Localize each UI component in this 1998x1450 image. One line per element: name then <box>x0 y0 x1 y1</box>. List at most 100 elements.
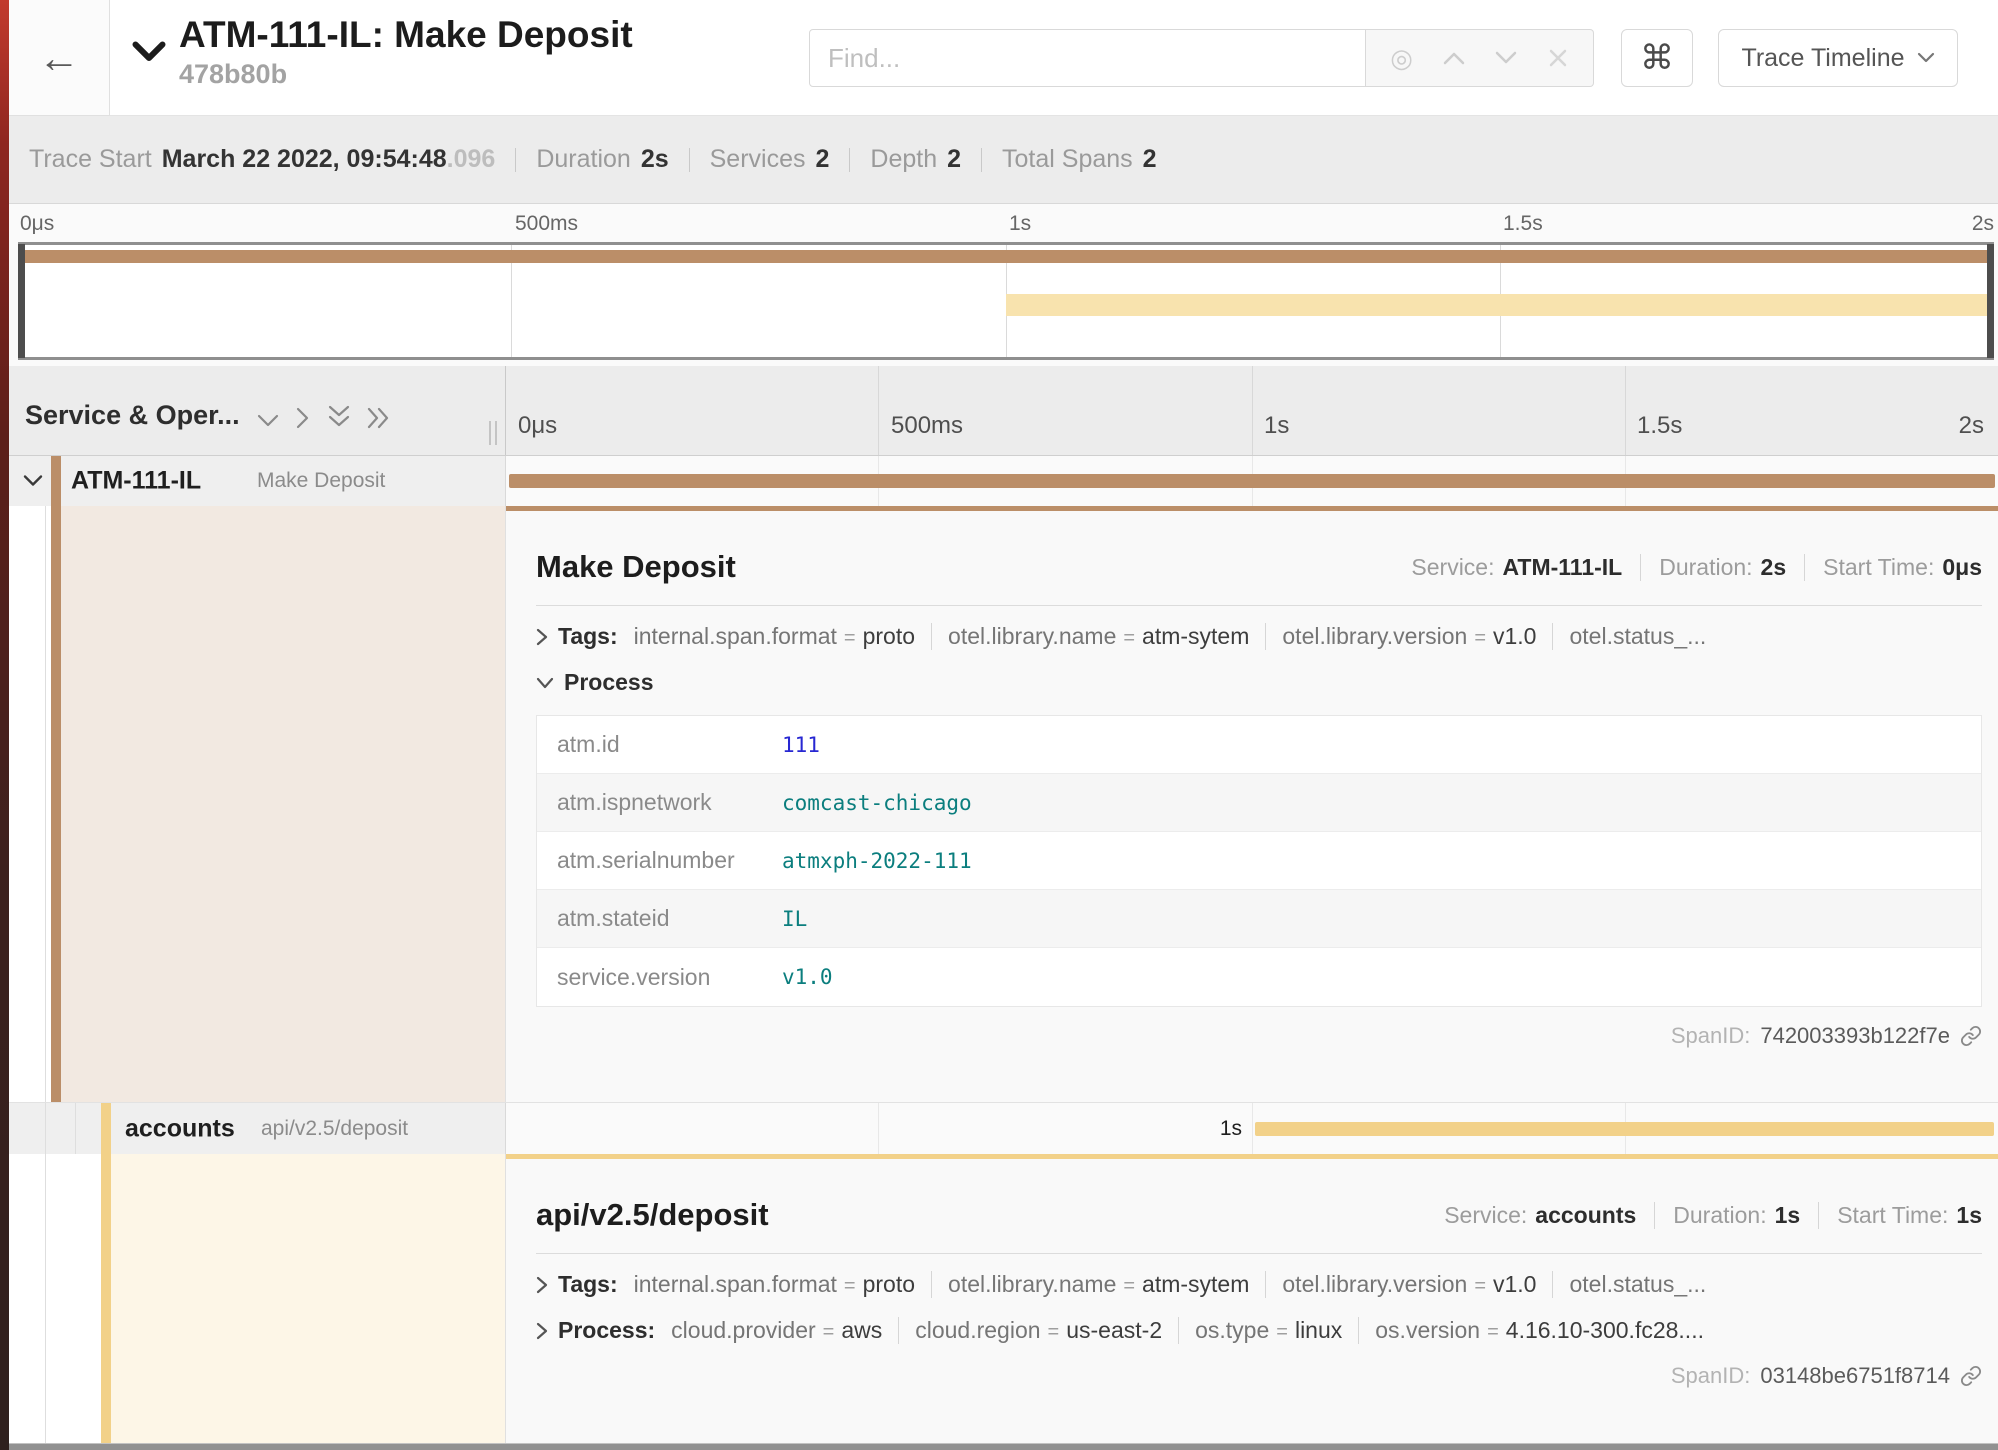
detail-header: api/v2.5/deposit Service:accounts Durati… <box>536 1183 1982 1253</box>
meta-value: 0μs <box>1942 554 1982 581</box>
expand-one-chevron-right-icon[interactable] <box>296 407 311 429</box>
column-resizer-handle[interactable] <box>489 421 497 445</box>
minimap-left-handle[interactable] <box>18 244 25 358</box>
meta-label: Duration: <box>1659 554 1752 581</box>
operation-name: api/v2.5/deposit <box>261 1117 408 1141</box>
tag-item-truncated: otel.status_... <box>1552 623 1720 650</box>
span-duration-label: 1s <box>1220 1117 1242 1141</box>
chevron-right-icon[interactable] <box>536 628 548 646</box>
meta-value: 1s <box>1775 1202 1801 1229</box>
find-actions: ◎ <box>1366 29 1594 87</box>
span-row-atm[interactable]: ATM-111-IL Make Deposit <box>9 456 1998 506</box>
tag-item: otel.library.name=atm-sytem <box>931 623 1249 650</box>
next-match-icon[interactable] <box>1494 50 1518 66</box>
match-highlight-icon[interactable]: ◎ <box>1390 45 1413 71</box>
view-dropdown-label: Trace Timeline <box>1741 44 1904 73</box>
process-value: IL <box>782 907 807 931</box>
trace-summary-bar: Trace Start March 22 2022, 09:54:48.096 … <box>9 116 1998 204</box>
chevron-down-icon[interactable] <box>536 677 554 689</box>
collapse-all-chevron-down-icon[interactable] <box>257 414 279 429</box>
keyboard-shortcuts-button[interactable]: ⌘ <box>1621 29 1693 87</box>
process-key: atm.serialnumber <box>537 847 782 874</box>
copy-span-link-icon[interactable] <box>1960 1025 1982 1047</box>
tick-label: 1s <box>1264 412 1289 440</box>
meta-value: 1s <box>1956 1202 1982 1229</box>
process-row: atm.stateid IL <box>537 890 1981 948</box>
chevron-right-icon[interactable] <box>536 1276 548 1294</box>
trace-view-dropdown[interactable]: Trace Timeline <box>1718 29 1958 87</box>
span-row-bar-cell: 1s <box>506 1103 1998 1154</box>
collapse-trace-chevron-icon[interactable] <box>131 40 167 64</box>
copy-span-link-icon[interactable] <box>1960 1365 1982 1387</box>
process-key: atm.stateid <box>537 905 782 932</box>
tags-row: Tags: internal.span.format=proto otel.li… <box>536 606 1982 663</box>
tick-label: 0μs <box>20 212 54 236</box>
detail-left-column <box>9 506 506 1102</box>
prev-match-icon[interactable] <box>1442 50 1466 66</box>
timeline-minimap: 0μs 500ms 1s 1.5s 2s <box>9 204 1998 366</box>
back-arrow-icon: ← <box>38 34 80 82</box>
process-row: atm.id 111 <box>537 716 1981 774</box>
process-section-header: Process <box>536 663 1982 709</box>
title-group: ATM-111-IL: Make Deposit 478b80b <box>131 14 633 90</box>
trace-id: 478b80b <box>179 59 633 90</box>
tick-label: 1s <box>1009 212 1031 236</box>
span-row-label-cell: accounts api/v2.5/deposit <box>9 1103 506 1154</box>
timeline-grid <box>506 366 1998 455</box>
minimap-right-handle[interactable] <box>1987 244 1994 358</box>
span-duration-bar[interactable] <box>1255 1122 1994 1136</box>
process-toggle[interactable]: Process: <box>558 1317 655 1344</box>
process-key: atm.ispnetwork <box>537 789 782 816</box>
tick-label: 500ms <box>891 412 963 440</box>
meta-label: Service: <box>1444 1202 1527 1229</box>
tag-item: internal.span.format=proto <box>634 1271 915 1298</box>
trace-timeline-app: ← ATM-111-IL: Make Deposit 478b80b ◎ <box>0 0 1998 1450</box>
indent-guide <box>45 506 46 1102</box>
window-edge <box>0 0 9 1450</box>
indent-guide <box>75 1103 76 1154</box>
expand-all-double-chevron-icon[interactable] <box>367 407 391 429</box>
process-value: atmxph-2022-111 <box>782 849 972 873</box>
trace-start-fraction: .096 <box>447 145 496 174</box>
span-detail-panel-accounts: api/v2.5/deposit Service:accounts Durati… <box>9 1154 1998 1443</box>
meta-value: accounts <box>1535 1202 1636 1229</box>
tags-row: Tags: internal.span.format=proto otel.li… <box>536 1254 1982 1311</box>
service-color-marker <box>51 506 61 1102</box>
back-button[interactable]: ← <box>9 0 110 116</box>
clear-find-icon[interactable] <box>1547 47 1569 69</box>
stat-value: 2s <box>641 145 669 174</box>
collapse-all-double-chevron-icon[interactable] <box>328 405 350 429</box>
minimap-canvas[interactable] <box>18 242 1994 360</box>
span-duration-bar[interactable] <box>509 474 1995 488</box>
chevron-right-icon[interactable] <box>536 1322 548 1340</box>
meta-label: Start Time: <box>1823 554 1934 581</box>
tick-label: 1.5s <box>1637 412 1682 440</box>
span-row-accounts[interactable]: accounts api/v2.5/deposit 1s <box>9 1102 1998 1154</box>
tags-toggle[interactable]: Tags: <box>558 623 618 650</box>
process-value: 111 <box>782 733 820 757</box>
service-color-marker <box>101 1103 111 1154</box>
stat-duration: Duration 2s <box>536 145 668 174</box>
process-toggle[interactable]: Process <box>564 669 654 696</box>
meta-label: Start Time: <box>1837 1202 1948 1229</box>
minimap-span-bar <box>18 250 1994 263</box>
process-row-inline: Process: cloud.provider=aws cloud.region… <box>536 1311 1982 1357</box>
meta-value: 2s <box>1761 554 1787 581</box>
detail-content: Make Deposit Service:ATM-111-IL Duration… <box>506 506 1998 1102</box>
meta-value: ATM-111-IL <box>1503 554 1623 581</box>
collapse-span-chevron-icon[interactable] <box>23 475 43 488</box>
process-tag-item: cloud.region=us-east-2 <box>898 1317 1162 1344</box>
detail-left-column <box>9 1154 506 1443</box>
trace-title: ATM-111-IL: Make Deposit <box>179 14 633 57</box>
divider <box>515 148 516 172</box>
process-tag-item: cloud.provider=aws <box>671 1317 882 1344</box>
span-row-bar-cell <box>506 456 1998 506</box>
spanid-value: 03148be6751f8714 <box>1760 1363 1950 1389</box>
divider <box>689 148 690 172</box>
minimap-ticks: 0μs 500ms 1s 1.5s 2s <box>18 210 1994 242</box>
detail-header: Make Deposit Service:ATM-111-IL Duration… <box>536 535 1982 605</box>
span-row-label-cell: ATM-111-IL Make Deposit <box>9 456 506 506</box>
find-input[interactable] <box>809 29 1366 87</box>
service-name: ATM-111-IL <box>71 467 201 496</box>
tags-toggle[interactable]: Tags: <box>558 1271 618 1298</box>
